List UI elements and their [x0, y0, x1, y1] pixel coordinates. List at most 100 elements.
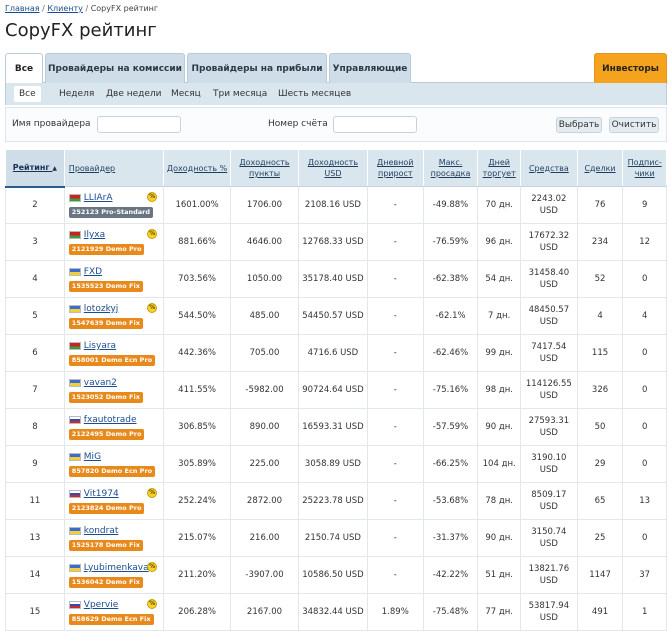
col-rank-label: Рейтинг [12, 162, 50, 172]
provider-name-link[interactable]: Vit1974 [84, 488, 119, 500]
tab-commission-providers[interactable]: Провайдеры на комиссии [45, 53, 185, 83]
provider-name-link[interactable]: LLIArA [84, 192, 113, 204]
provider-name-link[interactable]: Vpervie [84, 599, 118, 611]
provider-name-link[interactable]: vavan2 [84, 377, 117, 389]
provider-name-input[interactable] [97, 116, 181, 133]
deals-cell: 76 [576, 186, 624, 224]
period-tab-month[interactable]: Месяц [166, 86, 206, 102]
select-button[interactable]: Выбрать [556, 117, 602, 133]
provider-name-link[interactable]: MiG [84, 451, 101, 463]
yield-pct-cell: 881.66% [163, 223, 232, 261]
yield-pct-cell: 252.24% [163, 482, 232, 520]
yield-pct-cell: 306.85% [163, 408, 232, 446]
table-row: 3 Ilyxa 2121929 Demo Pro% 881.66% 4646.00 127… [5, 223, 667, 261]
col-rank-header[interactable]: Рейтинг ▲ [5, 149, 65, 188]
provider-name-link[interactable]: kondrat [84, 525, 119, 537]
days-trading-cell: 77 дн. [477, 593, 521, 631]
filter-bar: Имя провайдера Номер счёта Выбрать Очист… [5, 107, 667, 142]
yield-points-cell: 216.00 [230, 519, 299, 557]
provider-name-link[interactable]: fxautotrade [84, 414, 137, 426]
country-flag-icon [68, 416, 81, 424]
country-flag-icon [68, 342, 81, 350]
account-number-input[interactable] [333, 116, 417, 133]
period-tab-six-months[interactable]: Шесть месяцев [273, 86, 356, 102]
daily-growth-cell: 1.89% [366, 593, 424, 631]
breadcrumb-home-link[interactable]: Главная [5, 4, 40, 13]
account-badge: 2122495 Demo Pro [68, 429, 145, 440]
yield-usd-cell: 54450.57 USD [297, 297, 368, 335]
period-tab-two-weeks[interactable]: Две недели [101, 86, 167, 102]
rank-cell: 3 [5, 223, 65, 261]
yield-usd-cell: 34832.44 USD [297, 593, 368, 631]
account-number-label: Номер счёта [268, 119, 328, 129]
col-daily-header[interactable]: Дневной прирост [366, 149, 424, 187]
breadcrumb: Главная / Клиенту / CopyFX рейтинг [5, 4, 158, 13]
days-trading-cell: 54 дн. [477, 260, 521, 298]
period-tab-week[interactable]: Неделя [54, 86, 99, 102]
period-tab-all[interactable]: Все [14, 86, 41, 102]
col-days-header[interactable]: Дней торгует [477, 149, 521, 187]
yield-points-cell: 705.00 [230, 334, 299, 372]
rank-cell: 2 [5, 186, 65, 224]
rank-cell: 8 [5, 408, 65, 446]
col-yield-pct-header[interactable]: Доходность % [163, 149, 232, 187]
col-yield-points-header[interactable]: Доходность пункты [230, 149, 299, 187]
daily-growth-cell: - [366, 408, 424, 446]
col-drawdown-header[interactable]: Макс. просадка [422, 149, 479, 187]
provider-name-link[interactable]: lotozkyj [84, 303, 118, 315]
account-badge: 858629 Demo Ecn Fix [68, 614, 154, 625]
subscribers-cell: 9 [622, 186, 667, 224]
account-badge: 1535523 Demo Fix [68, 281, 143, 292]
account-badge: 1536042 Demo Fix [68, 577, 143, 588]
col-funds-header[interactable]: Средства [519, 149, 578, 187]
daily-growth-cell: - [366, 334, 424, 372]
provider-cell: vavan2 1523052 Demo Fix [63, 371, 165, 409]
days-trading-cell: 99 дн. [477, 334, 521, 372]
account-badge: 1525178 Demo Fix [68, 540, 143, 551]
provider-name-link[interactable]: Lisyara [84, 340, 116, 352]
breadcrumb-clients-link[interactable]: Клиенту [47, 4, 83, 13]
col-yield-usd-header[interactable]: Доходность USD [297, 149, 368, 187]
account-badge: 1523052 Demo Fix [68, 392, 143, 403]
table-row: 9 MiG 857820 Demo Ecn Pro 305.89% 225.00 3058… [5, 445, 667, 483]
col-provider-header[interactable]: Провайдер [63, 149, 165, 187]
col-subscribers-header[interactable]: Подпис-чики [622, 149, 667, 187]
deals-cell: 1147 [576, 556, 624, 594]
rank-cell: 13 [5, 519, 65, 557]
subscribers-cell: 0 [622, 519, 667, 557]
provider-name-link[interactable]: Lyubimenkava [84, 562, 149, 574]
subscribers-cell: 0 [622, 371, 667, 409]
table-row: 8 fxautotrade 2122495 Demo Pro 306.85% 890.0… [5, 408, 667, 446]
table-row: 7 vavan2 1523052 Demo Fix 411.55% -5982.00 90… [5, 371, 667, 409]
provider-name-link[interactable]: Ilyxa [84, 229, 105, 241]
table-row: 11 Vit1974 2123824 Demo Pro% 252.24% 2872.00… [5, 482, 667, 520]
daily-growth-cell: - [366, 297, 424, 335]
yield-usd-cell: 16593.31 USD [297, 408, 368, 446]
rank-cell: 9 [5, 445, 65, 483]
yield-points-cell: 2167.00 [230, 593, 299, 631]
clear-button[interactable]: Очистить [609, 117, 659, 133]
tab-managers[interactable]: Управляющие [329, 53, 411, 83]
provider-cell: LLIArA 252123 Pro-Standard% [63, 186, 165, 224]
rank-cell: 11 [5, 482, 65, 520]
provider-cell: MiG 857820 Demo Ecn Pro [63, 445, 165, 483]
account-badge: 2123824 Demo Pro [68, 503, 145, 514]
country-flag-icon [68, 527, 81, 535]
col-deals-header[interactable]: Сделки [576, 149, 624, 187]
daily-growth-cell: - [366, 186, 424, 224]
tab-profit-providers[interactable]: Провайдеры на прибыли [187, 53, 327, 83]
period-tab-three-months[interactable]: Три месяца [208, 86, 272, 102]
tab-all[interactable]: Все [5, 53, 43, 84]
yield-points-cell: 2872.00 [230, 482, 299, 520]
yield-points-cell: 890.00 [230, 408, 299, 446]
provider-name-link[interactable]: FXD [84, 266, 102, 278]
ratings-table: Рейтинг ▲ Провайдер Доходность % Доходно… [5, 149, 667, 631]
days-trading-cell: 51 дн. [477, 556, 521, 594]
yield-points-cell: -3907.00 [230, 556, 299, 594]
subscribers-cell: 37 [622, 556, 667, 594]
daily-growth-cell: - [366, 519, 424, 557]
country-flag-icon [68, 564, 81, 572]
table-row: 2 LLIArA 252123 Pro-Standard% 1601.00% 1706.… [5, 186, 667, 224]
tab-investors[interactable]: Инвесторы [594, 53, 667, 83]
days-trading-cell: 78 дн. [477, 482, 521, 520]
